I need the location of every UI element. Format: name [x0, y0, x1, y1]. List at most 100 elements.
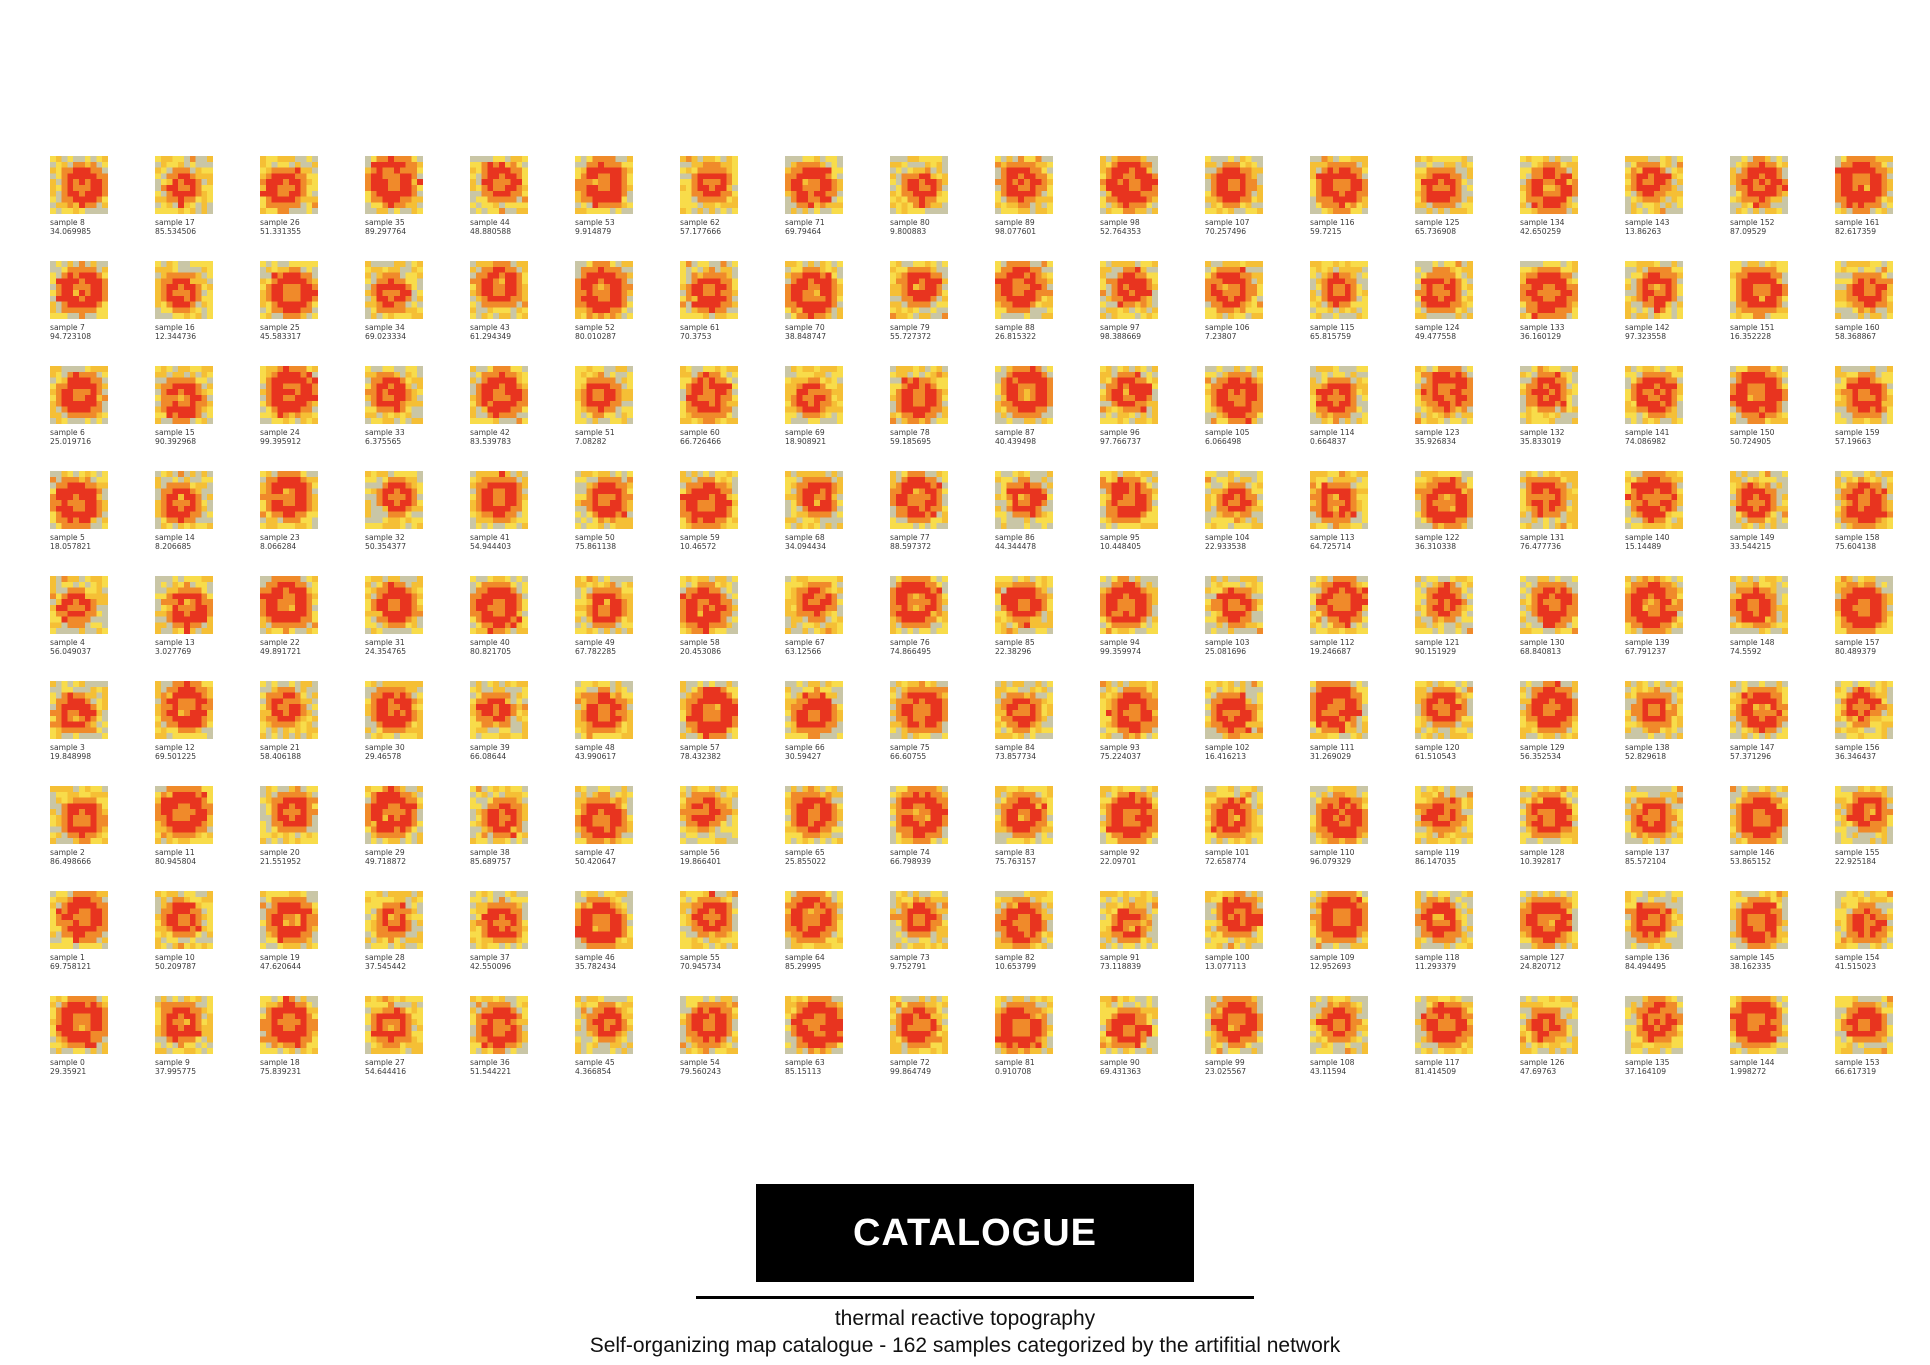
thermal-map-tile: [1625, 891, 1683, 949]
thermal-map-tile: [785, 471, 843, 529]
sample-card: sample 83 75.763157: [995, 786, 1075, 876]
thermal-map-tile: [995, 681, 1053, 739]
sample-name: sample 13: [155, 638, 195, 647]
thermal-map-tile: [1835, 576, 1893, 634]
sample-card: sample 18 75.839231: [260, 996, 340, 1086]
sample-name: sample 107: [1205, 218, 1250, 227]
thermal-map-tile: [470, 156, 528, 214]
sample-value: 9.800883: [890, 227, 927, 236]
sample-card: sample 142 97.323558: [1625, 261, 1705, 351]
sample-card: sample 40 80.821705: [470, 576, 550, 666]
sample-card: sample 127 24.820712: [1520, 891, 1600, 981]
sample-name: sample 133: [1520, 323, 1565, 332]
thermal-map-tile: [1835, 156, 1893, 214]
sample-card: sample 38 85.689757: [470, 786, 550, 876]
sample-value: 70.945734: [680, 962, 722, 971]
sample-name: sample 153: [1835, 1058, 1880, 1067]
thermal-map-tile: [1625, 681, 1683, 739]
sample-value: 94.723108: [50, 332, 92, 341]
sample-name: sample 27: [365, 1058, 405, 1067]
sample-value: 15.14489: [1625, 542, 1662, 551]
sample-card: sample 26 51.331355: [260, 156, 340, 246]
sample-name: sample 105: [1205, 428, 1250, 437]
sample-value: 55.727372: [890, 332, 932, 341]
sample-value: 85.572104: [1625, 857, 1667, 866]
sample-name: sample 138: [1625, 743, 1670, 752]
thermal-map-tile: [1310, 366, 1368, 424]
sample-name: sample 129: [1520, 743, 1565, 752]
thermal-map-tile: [890, 576, 948, 634]
sample-name: sample 38: [470, 848, 510, 857]
sample-name: sample 65: [785, 848, 825, 857]
sample-value: 37.995775: [155, 1067, 197, 1076]
sample-value: 96.079329: [1310, 857, 1352, 866]
sample-card: sample 156 36.346437: [1835, 681, 1915, 771]
thermal-map-tile: [1835, 891, 1893, 949]
sample-name: sample 51: [575, 428, 615, 437]
sample-value: 66.726466: [680, 437, 722, 446]
sample-card: sample 147 57.371296: [1730, 681, 1810, 771]
catalogue-title-box: CATALOGUE: [756, 1184, 1194, 1282]
sample-value: 16.352228: [1730, 332, 1772, 341]
sample-value: 47.620644: [260, 962, 302, 971]
sample-name: sample 132: [1520, 428, 1565, 437]
sample-value: 70.257496: [1205, 227, 1247, 236]
thermal-map-tile: [365, 891, 423, 949]
thermal-map-tile: [50, 681, 108, 739]
sample-card: sample 109 12.952693: [1310, 891, 1390, 981]
sample-card: sample 49 67.782285: [575, 576, 655, 666]
sample-name: sample 152: [1730, 218, 1775, 227]
thermal-map-tile: [1730, 471, 1788, 529]
sample-name: sample 70: [785, 323, 825, 332]
sample-card: sample 74 66.798939: [890, 786, 970, 876]
thermal-map-tile: [1205, 156, 1263, 214]
sample-value: 67.782285: [575, 647, 617, 656]
sample-value: 11.293379: [1415, 962, 1457, 971]
sample-name: sample 130: [1520, 638, 1565, 647]
sample-name: sample 21: [260, 743, 300, 752]
caption: Self-organizing map catalogue - 162 samp…: [589, 1334, 1341, 1357]
sample-name: sample 26: [260, 218, 300, 227]
thermal-map-tile: [995, 576, 1053, 634]
sample-value: 12.344736: [155, 332, 197, 341]
sample-name: sample 109: [1310, 953, 1355, 962]
sample-value: 69.023334: [365, 332, 407, 341]
sample-value: 75.763157: [995, 857, 1037, 866]
sample-value: 83.539783: [470, 437, 512, 446]
sample-name: sample 5: [50, 533, 85, 542]
thermal-map-tile: [365, 576, 423, 634]
sample-name: sample 2: [50, 848, 85, 857]
sample-card: sample 114 0.664837: [1310, 366, 1390, 456]
sample-value: 19.246687: [1310, 647, 1352, 656]
sample-name: sample 95: [1100, 533, 1140, 542]
sample-name: sample 134: [1520, 218, 1565, 227]
sample-value: 66.60755: [890, 752, 927, 761]
sample-card: sample 97 98.388669: [1100, 261, 1180, 351]
sample-value: 24.820712: [1520, 962, 1562, 971]
sample-name: sample 91: [1100, 953, 1140, 962]
sample-card: sample 101 72.658774: [1205, 786, 1285, 876]
sample-card: sample 151 16.352228: [1730, 261, 1810, 351]
sample-value: 54.944403: [470, 542, 512, 551]
sample-value: 57.19663: [1835, 437, 1872, 446]
thermal-map-tile: [470, 891, 528, 949]
sample-name: sample 76: [890, 638, 930, 647]
sample-name: sample 15: [155, 428, 195, 437]
sample-card: sample 57 78.432382: [680, 681, 760, 771]
thermal-map-tile: [995, 261, 1053, 319]
sample-name: sample 22: [260, 638, 300, 647]
sample-name: sample 84: [995, 743, 1035, 752]
sample-value: 66.617319: [1835, 1067, 1877, 1076]
sample-card: sample 12 69.501225: [155, 681, 235, 771]
sample-value: 80.821705: [470, 647, 512, 656]
sample-value: 10.392817: [1520, 857, 1562, 866]
thermal-map-tile: [1310, 996, 1368, 1054]
sample-value: 49.718872: [365, 857, 407, 866]
sample-value: 81.414509: [1415, 1067, 1457, 1076]
thermal-map-tile: [890, 996, 948, 1054]
sample-card: sample 32 50.354377: [365, 471, 445, 561]
sample-value: 0.664837: [1310, 437, 1347, 446]
sample-card: sample 124 49.477558: [1415, 261, 1495, 351]
sample-name: sample 50: [575, 533, 615, 542]
sample-value: 8.066284: [260, 542, 297, 551]
